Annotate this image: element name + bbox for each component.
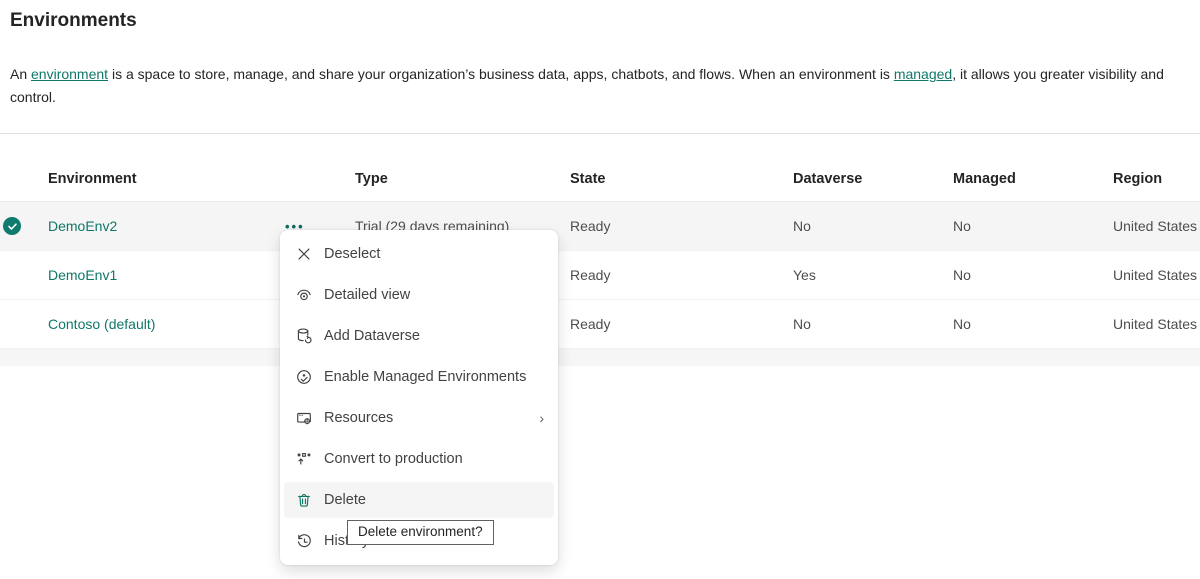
description-text-1: An	[10, 66, 31, 82]
menu-item-detailed-view[interactable]: Detailed view	[284, 277, 554, 313]
menu-item-label: Enable Managed Environments	[324, 369, 526, 385]
menu-item-add-dataverse[interactable]: Add Dataverse	[284, 318, 554, 354]
column-header-environment[interactable]: Environment	[48, 171, 285, 187]
table-row[interactable]: Contoso (default) Ready No No United Sta…	[0, 300, 1200, 349]
table-row[interactable]: DemoEnv1 Ready Yes No United States	[0, 251, 1200, 300]
cell-region: United States	[1113, 218, 1200, 234]
managed-link[interactable]: managed	[894, 66, 952, 82]
cell-dataverse: Yes	[793, 267, 953, 283]
menu-item-deselect[interactable]: Deselect	[284, 236, 554, 272]
menu-item-label: Add Dataverse	[324, 328, 420, 344]
menu-item-label: Delete	[324, 492, 366, 508]
cell-state: Ready	[570, 316, 793, 332]
cell-region: United States	[1113, 316, 1200, 332]
managed-environments-icon	[294, 367, 314, 387]
resources-icon	[294, 408, 314, 428]
environment-name-link[interactable]: DemoEnv2	[48, 218, 117, 234]
cell-dataverse: No	[793, 218, 953, 234]
environment-link[interactable]: environment	[31, 66, 108, 82]
environment-name-link[interactable]: Contoso (default)	[48, 316, 155, 332]
cell-state: Ready	[570, 218, 793, 234]
column-header-type[interactable]: Type	[355, 171, 570, 187]
menu-item-label: Convert to production	[324, 451, 463, 467]
column-header-region[interactable]: Region	[1113, 171, 1200, 187]
table-footer-strip	[0, 349, 1200, 366]
environment-context-menu: Deselect Detailed view Add Dataverse Ena…	[280, 230, 558, 565]
menu-item-enable-managed-environments[interactable]: Enable Managed Environments	[284, 359, 554, 395]
delete-environment-tooltip: Delete environment?	[347, 520, 494, 545]
environment-name-link[interactable]: DemoEnv1	[48, 267, 117, 283]
history-icon	[294, 531, 314, 551]
selected-check-icon	[3, 217, 21, 235]
menu-item-label: Detailed view	[324, 287, 410, 303]
menu-item-label: Deselect	[324, 246, 380, 262]
column-header-managed[interactable]: Managed	[953, 171, 1113, 187]
cell-managed: No	[953, 267, 1113, 283]
page-header: Environments An environment is a space t…	[0, 0, 1200, 109]
submenu-chevron-icon: ›	[539, 410, 544, 426]
cell-managed: No	[953, 218, 1113, 234]
menu-item-convert-to-production[interactable]: Convert to production	[284, 441, 554, 477]
menu-item-label: Resources	[324, 410, 393, 426]
cell-region: United States	[1113, 267, 1200, 283]
dismiss-icon	[294, 244, 314, 264]
menu-item-delete[interactable]: Delete	[284, 482, 554, 518]
convert-to-production-icon	[294, 449, 314, 469]
page-description: An environment is a space to store, mana…	[10, 63, 1188, 109]
page-title: Environments	[10, 10, 1188, 32]
row-select-checkbox[interactable]	[0, 217, 48, 235]
description-text-2: is a space to store, manage, and share y…	[108, 66, 894, 82]
cell-state: Ready	[570, 267, 793, 283]
cell-dataverse: No	[793, 316, 953, 332]
cell-managed: No	[953, 316, 1113, 332]
column-header-dataverse[interactable]: Dataverse	[793, 171, 953, 187]
environments-table: Environment Type State Dataverse Managed…	[0, 133, 1200, 366]
database-add-icon	[294, 326, 314, 346]
delete-trash-icon	[294, 490, 314, 510]
table-header-row: Environment Type State Dataverse Managed…	[0, 134, 1200, 202]
menu-item-resources[interactable]: Resources ›	[284, 400, 554, 436]
detailed-view-icon	[294, 285, 314, 305]
column-header-state[interactable]: State	[570, 171, 793, 187]
table-row[interactable]: DemoEnv2 ••• Trial (29 days remaining) R…	[0, 202, 1200, 251]
